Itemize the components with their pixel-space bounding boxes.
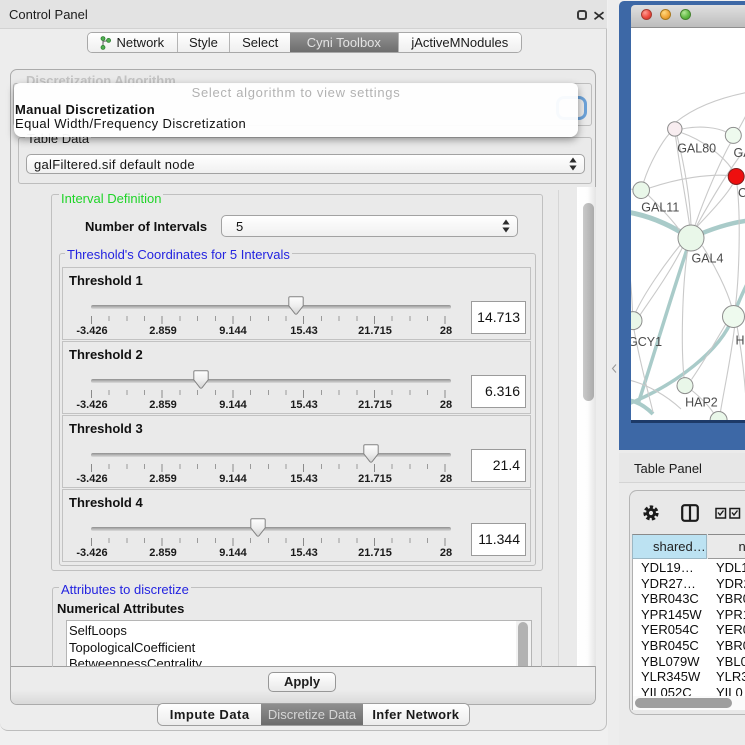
svg-text:GA: GA	[734, 146, 745, 160]
svg-text:GAL80: GAL80	[677, 141, 716, 155]
svg-text:GCY1: GCY1	[631, 335, 662, 349]
svg-text:GAL11: GAL11	[641, 201, 679, 215]
svg-text:GAL4: GAL4	[692, 252, 724, 266]
svg-text:HAP2: HAP2	[685, 395, 718, 409]
svg-text:H: H	[736, 333, 745, 347]
svg-text:C: C	[738, 186, 745, 200]
